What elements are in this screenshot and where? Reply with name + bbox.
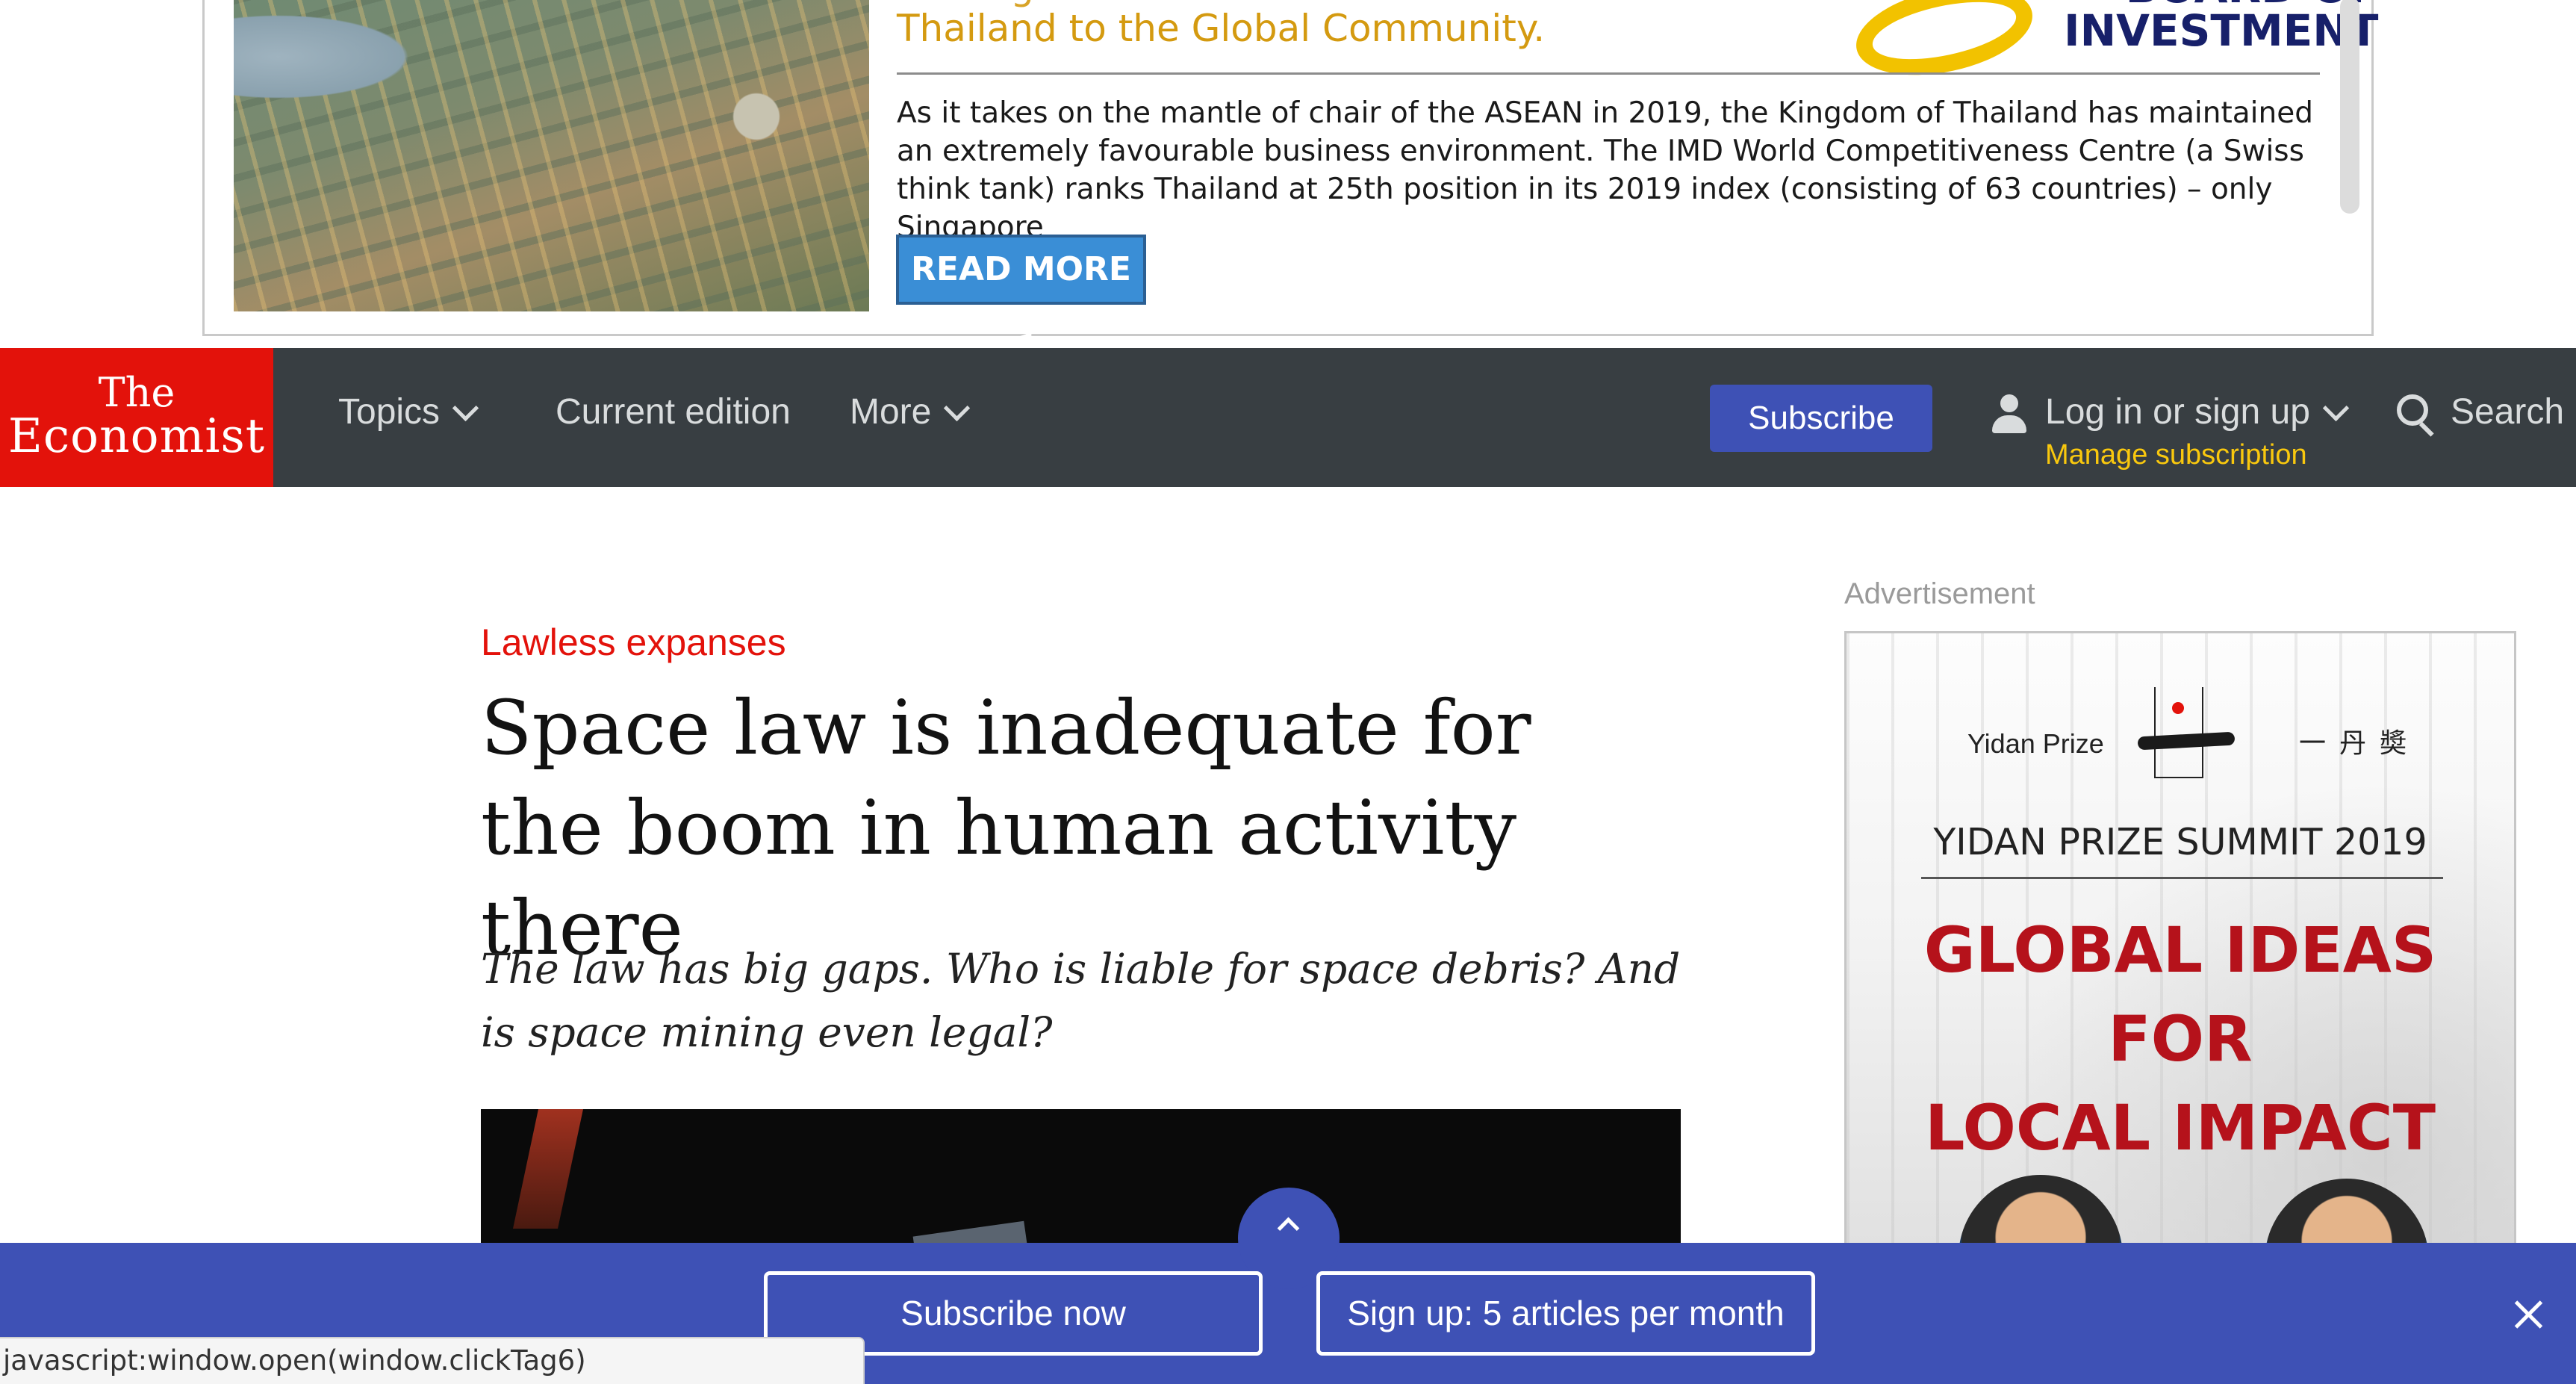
- browser-status-bar: javascript:window.open(window.clickTag6): [0, 1337, 865, 1384]
- chevron-down-icon: [2322, 394, 2350, 422]
- ad-headline-cut: Reinvigorates ASEAN and Connects: [897, 0, 1558, 7]
- article-headline: Space law is inadequate for the boom in …: [481, 684, 1531, 972]
- boi-logo-text: BOARD OF INVESTMENT: [2064, 0, 2378, 52]
- logo-line2: Economist: [7, 409, 266, 463]
- ad-scrollbar[interactable]: [2340, 0, 2359, 214]
- yidan-divider: [1921, 877, 2443, 879]
- logo-line1: The: [98, 369, 175, 416]
- nav-current-edition[interactable]: Current edition: [556, 390, 791, 435]
- nav-subscribe-button[interactable]: Subscribe: [1710, 385, 1932, 452]
- boi-logo-icon: [1848, 0, 2041, 90]
- yidan-tagline: GLOBAL IDEAS FOR LOCAL IMPACT: [1847, 906, 2514, 1173]
- yidan-tagline-line1: GLOBAL IDEAS: [1923, 913, 2437, 987]
- chevron-down-icon: [452, 394, 479, 422]
- nav-topics-label: Topics: [338, 392, 441, 432]
- site-navbar: The Economist Topics Current edition Mor…: [0, 348, 2576, 487]
- manage-subscription-link[interactable]: Manage subscription: [2045, 438, 2307, 472]
- ad-headline: Reinvigorates ASEAN and Connects Thailan…: [897, 0, 1558, 49]
- top-banner-ad[interactable]: Reinvigorates ASEAN and Connects Thailan…: [202, 0, 2378, 353]
- ad-headline-text: Thailand to the Global Community.: [897, 7, 1546, 50]
- chevron-down-icon: [944, 394, 971, 422]
- advertisement-label: Advertisement: [1844, 577, 2035, 610]
- yidan-tagline-line3: LOCAL IMPACT: [1924, 1091, 2436, 1164]
- nav-more-label: More: [850, 392, 932, 432]
- login-label: Log in or sign up: [2045, 392, 2310, 432]
- yidan-summit-title: YIDAN PRIZE SUMMIT 2019: [1933, 821, 2427, 863]
- close-icon[interactable]: [2506, 1292, 2551, 1337]
- yidan-logo-icon: [2154, 687, 2203, 778]
- brush-stroke-icon: [2137, 731, 2236, 751]
- chevron-up-icon: [1277, 1217, 1300, 1240]
- ad-aerial-photo[interactable]: [234, 0, 869, 311]
- nav-topics[interactable]: Topics: [338, 390, 479, 435]
- nav-more[interactable]: More: [850, 390, 971, 435]
- article-flytitle[interactable]: Lawless expanses: [481, 620, 786, 665]
- nav-current-edition-label: Current edition: [556, 392, 791, 432]
- yidan-brand-left: Yidan Prize: [1967, 728, 2104, 759]
- search-icon[interactable]: [2397, 394, 2437, 437]
- search-link[interactable]: Search: [2451, 390, 2564, 435]
- user-icon: [1991, 394, 2028, 435]
- signup-button[interactable]: Sign up: 5 articles per month: [1316, 1271, 1815, 1356]
- ad-body-text: As it takes on the mantle of chair of th…: [897, 96, 2313, 244]
- yidan-brand-right: 一丹奬: [2299, 728, 2421, 759]
- read-more-button[interactable]: READ MORE >: [896, 235, 1146, 353]
- article-rubric: The law has big gaps. Who is liable for …: [481, 945, 1681, 1056]
- ad-divider: [897, 72, 2320, 75]
- login-menu[interactable]: Log in or sign up: [2045, 390, 2350, 435]
- yidan-tagline-line2: FOR: [2108, 1002, 2253, 1076]
- boi-logo-line2: INVESTMENT: [2064, 5, 2379, 56]
- economist-logo[interactable]: The Economist: [0, 348, 273, 487]
